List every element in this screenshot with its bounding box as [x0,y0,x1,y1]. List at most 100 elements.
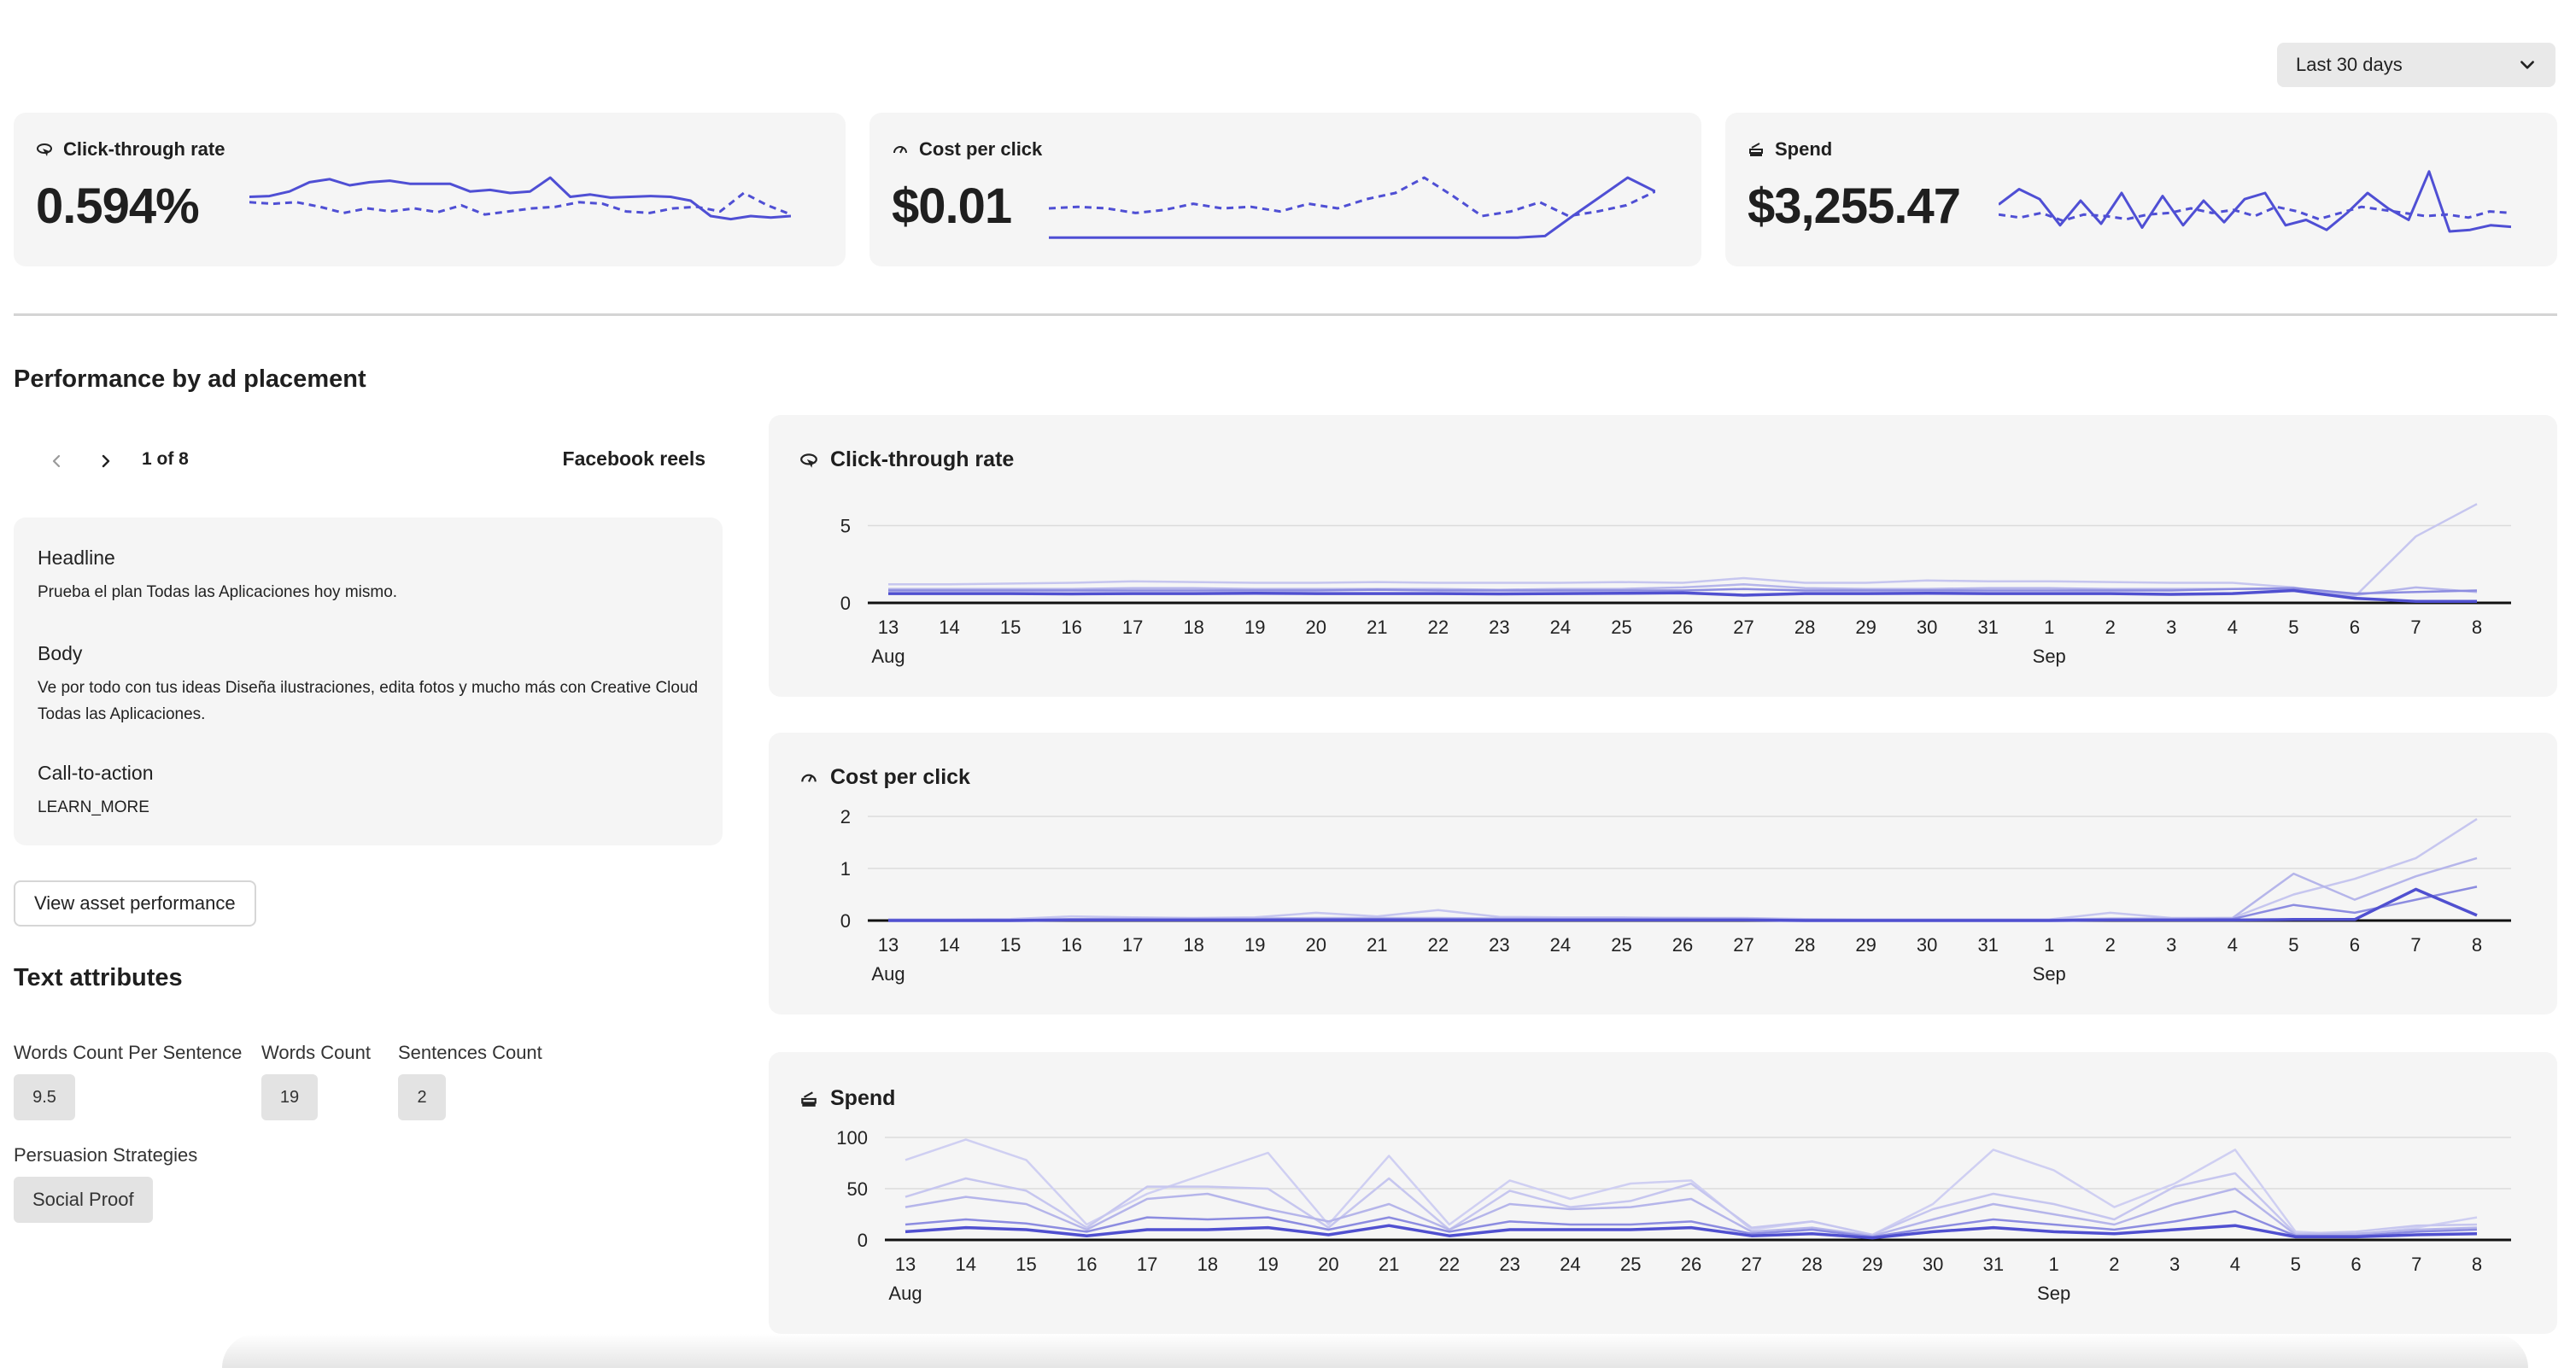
attr-chip-words-count: 19 [261,1074,318,1120]
attr-chip-persuasion: Social Proof [14,1177,153,1223]
y-tick-label: 2 [840,806,851,827]
sparkline-solid [1049,176,1655,239]
x-tick-label: 26 [1672,617,1693,638]
x-tick-label: 5 [2288,934,2298,956]
headline-text: Prueba el plan Todas las Aplicaciones ho… [38,583,398,601]
series-line [905,1210,2478,1238]
x-tick-label: 2 [2105,934,2116,956]
chevron-right-icon [102,454,110,468]
attr-label-words-per-sentence: Words Count Per Sentence [14,1042,243,1063]
x-tick-label: 23 [1489,934,1509,956]
month-label: Aug [871,963,905,985]
x-tick-label: 8 [2472,934,2482,956]
x-tick-label: 1 [2044,617,2054,638]
date-range-dropdown[interactable]: Last 30 days [2277,43,2556,87]
section-divider [14,313,2557,316]
x-tick-label: 18 [1183,617,1203,638]
x-tick-label: 18 [1183,934,1203,956]
y-tick-label: 1 [840,858,851,880]
kpi-value: 0.594% [36,178,200,234]
x-tick-label: 1 [2044,934,2054,956]
kpi-label: Cost per click [919,138,1043,160]
body-text: Ve por todo con tus ideas Diseña ilustra… [38,679,699,723]
x-tick-label: 14 [939,617,959,638]
x-tick-label: 23 [1489,617,1509,638]
x-tick-label: 28 [1794,617,1815,638]
x-tick-label: 16 [1076,1254,1097,1275]
x-tick-label: 8 [2472,617,2482,638]
month-label: Sep [2033,646,2066,667]
gauge-icon [893,146,907,154]
kpi-card-ctr: Click-through rate 0.594% [14,113,846,266]
x-tick-label: 14 [939,934,959,956]
x-tick-label: 27 [1742,1254,1762,1275]
spend-chart: 05010013 14 15 16 17 18 19 20 21 22 23 24 25 26 27 28 29… [836,1127,2511,1304]
month-label: Aug [888,1283,922,1304]
click-icon [37,143,52,156]
body-label: Body [38,642,83,664]
x-tick-label: 19 [1244,617,1265,638]
pager-prev-button[interactable] [41,446,72,476]
attr-label-words-count: Words Count [261,1042,371,1063]
text-attributes-title: Text attributes [14,964,183,991]
x-tick-label: 21 [1367,934,1387,956]
kpi-card-spend: Spend $3,255.47 [1725,113,2557,266]
x-tick-label: 29 [1855,934,1876,956]
chevron-down-icon [2520,61,2534,69]
x-tick-label: 20 [1306,934,1326,956]
y-tick-label: 0 [858,1230,868,1251]
date-range-value: Last 30 days [2296,54,2403,75]
x-tick-label: 28 [1801,1254,1822,1275]
sparkline-dashed [249,191,791,216]
pager-next-button[interactable] [91,446,121,476]
x-tick-label: 23 [1499,1254,1519,1275]
x-tick-label: 17 [1137,1254,1157,1275]
x-tick-label: 2 [2105,617,2116,638]
x-tick-label: 20 [1318,1254,1338,1275]
kpi-value: $3,255.47 [1748,178,1961,234]
sparkline-solid [1999,170,2511,233]
view-asset-performance-button[interactable]: View asset performance [14,880,256,927]
x-tick-label: 5 [2291,1254,2301,1275]
x-tick-label: 27 [1733,934,1753,956]
attr-label-persuasion: Persuasion Strategies [14,1144,198,1166]
x-tick-label: 7 [2411,1254,2421,1275]
x-tick-label: 15 [1000,617,1021,638]
sparkline-dashed [1049,176,1655,218]
chevron-left-icon [52,454,61,468]
month-label: Sep [2033,963,2066,985]
attr-chip-sentences-count: 2 [398,1074,446,1120]
y-tick-label: 5 [840,516,851,537]
x-tick-label: 24 [1550,934,1571,956]
x-tick-label: 19 [1244,934,1265,956]
x-tick-label: 31 [1983,1254,2004,1275]
x-tick-label: 13 [878,934,899,956]
series-line [888,818,2478,921]
cpc-sparkline [1049,176,1655,239]
x-tick-label: 7 [2410,934,2421,956]
x-tick-label: 7 [2410,617,2421,638]
x-tick-label: 21 [1379,1254,1399,1275]
x-tick-label: 22 [1428,617,1449,638]
x-tick-label: 15 [1016,1254,1036,1275]
attr-label-sentences-count: Sentences Count [398,1042,542,1063]
x-tick-label: 17 [1122,617,1143,638]
sparkline-dashed [1999,205,2511,222]
x-tick-label: 19 [1257,1254,1278,1275]
x-tick-label: 30 [1917,934,1937,956]
x-tick-label: 16 [1061,934,1081,956]
x-tick-label: 17 [1122,934,1143,956]
sparkline-solid [249,176,791,221]
y-tick-label: 100 [836,1127,868,1149]
x-tick-label: 26 [1672,934,1693,956]
x-tick-label: 31 [1977,617,1998,638]
x-tick-label: 4 [2228,617,2238,638]
x-tick-label: 26 [1681,1254,1701,1275]
spend-sparkline [1999,170,2511,233]
placement-name: Facebook reels [562,447,705,470]
x-tick-label: 5 [2288,617,2298,638]
kpi-label: Spend [1775,138,1833,160]
x-tick-label: 29 [1855,617,1876,638]
ctr-sparkline [249,176,791,221]
x-tick-label: 13 [878,617,899,638]
